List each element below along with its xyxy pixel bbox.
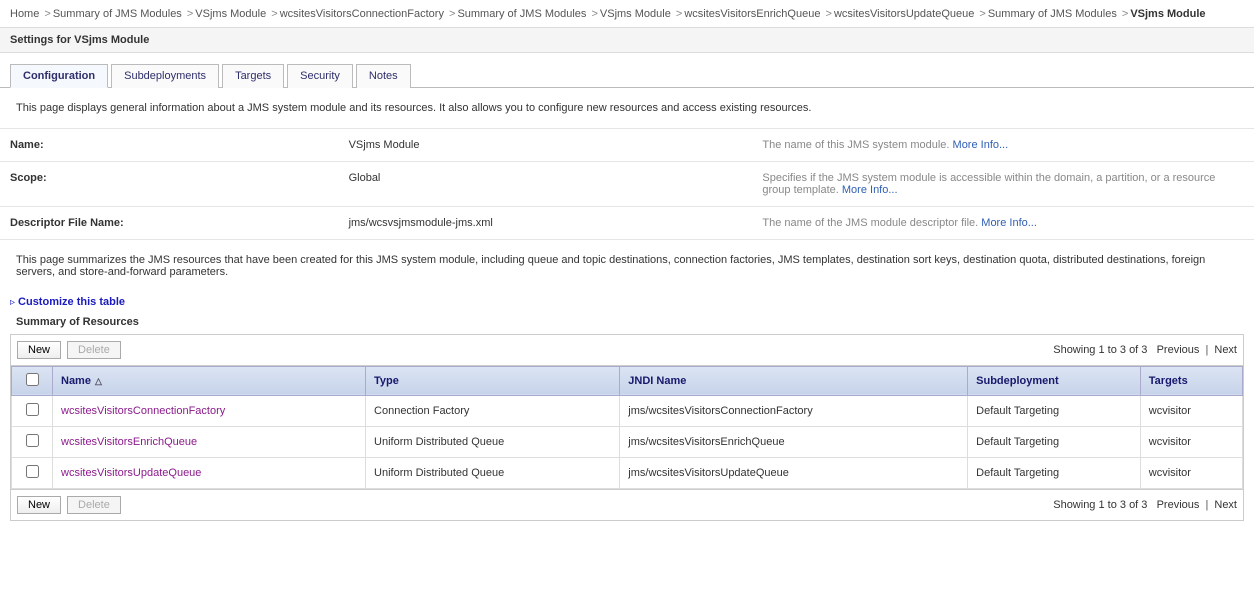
breadcrumb-item[interactable]: Summary of JMS Modules bbox=[457, 8, 586, 20]
cell-jndi: jms/wcsitesVisitorsUpdateQueue bbox=[620, 457, 968, 488]
cell-type: Uniform Distributed Queue bbox=[366, 426, 620, 457]
tab-subdeployments[interactable]: Subdeployments bbox=[111, 64, 219, 88]
more-info-link[interactable]: More Info... bbox=[953, 139, 1009, 151]
tab-targets[interactable]: Targets bbox=[222, 64, 284, 88]
more-info-link[interactable]: More Info... bbox=[842, 184, 898, 196]
tabs: ConfigurationSubdeploymentsTargetsSecuri… bbox=[0, 53, 1254, 88]
breadcrumb-item[interactable]: VSjms Module bbox=[195, 8, 266, 20]
pagination-sep-bottom: | bbox=[1205, 499, 1208, 511]
cell-subdeployment: Default Targeting bbox=[968, 395, 1141, 426]
table-row: wcsitesVisitorsConnectionFactory Connecti… bbox=[12, 395, 1243, 426]
cell-subdeployment: Default Targeting bbox=[968, 426, 1141, 457]
summary-description: This page summarizes the JMS resources t… bbox=[0, 240, 1254, 292]
delete-button[interactable]: Delete bbox=[67, 341, 121, 359]
new-button-bottom[interactable]: New bbox=[17, 496, 61, 514]
breadcrumb-item[interactable]: wcsitesVisitorsEnrichQueue bbox=[684, 8, 820, 20]
resources-table: Name△ Type JNDI Name Subdeployment Targe… bbox=[11, 366, 1243, 489]
property-help: The name of the JMS module descriptor fi… bbox=[752, 206, 1254, 239]
pagination-next-bottom[interactable]: Next bbox=[1214, 499, 1237, 511]
cell-type: Uniform Distributed Queue bbox=[366, 457, 620, 488]
tab-configuration[interactable]: Configuration bbox=[10, 64, 108, 88]
select-all-checkbox[interactable] bbox=[26, 373, 39, 386]
more-info-link[interactable]: More Info... bbox=[981, 217, 1037, 229]
pagination-showing-bottom: Showing 1 to 3 of 3 bbox=[1053, 499, 1147, 511]
resource-name-link[interactable]: wcsitesVisitorsConnectionFactory bbox=[61, 405, 225, 417]
select-all-header bbox=[12, 366, 53, 395]
pagination-showing: Showing 1 to 3 of 3 bbox=[1053, 344, 1147, 356]
breadcrumb-item[interactable]: Home bbox=[10, 8, 39, 20]
customize-link-row: ▹Customize this table bbox=[0, 292, 1254, 316]
pagination-prev-bottom[interactable]: Previous bbox=[1157, 499, 1200, 511]
cell-subdeployment: Default Targeting bbox=[968, 457, 1141, 488]
property-row: Descriptor File Name:jms/wcsvsjmsmodule-… bbox=[0, 206, 1254, 239]
resources-table-container: New Delete Showing 1 to 3 of 3 Previous … bbox=[10, 334, 1244, 521]
table-toolbar-bottom: New Delete Showing 1 to 3 of 3 Previous … bbox=[11, 489, 1243, 520]
page-description: This page displays general information a… bbox=[0, 88, 1254, 128]
property-value: Global bbox=[339, 161, 753, 206]
settings-title: Settings for VSjms Module bbox=[0, 27, 1254, 53]
property-help: The name of this JMS system module. More… bbox=[752, 128, 1254, 161]
pagination-next[interactable]: Next bbox=[1214, 344, 1237, 356]
table-row: wcsitesVisitorsEnrichQueue Uniform Distri… bbox=[12, 426, 1243, 457]
resource-name-link[interactable]: wcsitesVisitorsUpdateQueue bbox=[61, 467, 201, 479]
new-button[interactable]: New bbox=[17, 341, 61, 359]
cell-targets: wcvisitor bbox=[1140, 395, 1242, 426]
col-jndi[interactable]: JNDI Name bbox=[620, 366, 968, 395]
pagination-sep: | bbox=[1205, 344, 1208, 356]
row-checkbox[interactable] bbox=[26, 403, 39, 416]
resource-name-link[interactable]: wcsitesVisitorsEnrichQueue bbox=[61, 436, 197, 448]
tab-security[interactable]: Security bbox=[287, 64, 353, 88]
delete-button-bottom[interactable]: Delete bbox=[67, 496, 121, 514]
breadcrumb: Home >Summary of JMS Modules >VSjms Modu… bbox=[0, 0, 1254, 27]
property-label: Scope: bbox=[0, 161, 339, 206]
property-row: Name:VSjms ModuleThe name of this JMS sy… bbox=[0, 128, 1254, 161]
cell-targets: wcvisitor bbox=[1140, 457, 1242, 488]
row-checkbox[interactable] bbox=[26, 465, 39, 478]
property-value: jms/wcsvsjmsmodule-jms.xml bbox=[339, 206, 753, 239]
cell-type: Connection Factory bbox=[366, 395, 620, 426]
breadcrumb-item[interactable]: Summary of JMS Modules bbox=[53, 8, 182, 20]
property-label: Descriptor File Name: bbox=[0, 206, 339, 239]
breadcrumb-item: VSjms Module bbox=[1130, 8, 1205, 20]
tab-notes[interactable]: Notes bbox=[356, 64, 411, 88]
property-help: Specifies if the JMS system module is ac… bbox=[752, 161, 1254, 206]
table-toolbar-top: New Delete Showing 1 to 3 of 3 Previous … bbox=[11, 335, 1243, 366]
cell-jndi: jms/wcsitesVisitorsConnectionFactory bbox=[620, 395, 968, 426]
table-title: Summary of Resources bbox=[0, 316, 1254, 334]
breadcrumb-item[interactable]: Summary of JMS Modules bbox=[988, 8, 1117, 20]
property-label: Name: bbox=[0, 128, 339, 161]
cell-targets: wcvisitor bbox=[1140, 426, 1242, 457]
col-type[interactable]: Type bbox=[366, 366, 620, 395]
pagination-prev[interactable]: Previous bbox=[1157, 344, 1200, 356]
col-subdeployment[interactable]: Subdeployment bbox=[968, 366, 1141, 395]
sort-asc-icon: △ bbox=[95, 376, 102, 386]
cell-jndi: jms/wcsitesVisitorsEnrichQueue bbox=[620, 426, 968, 457]
properties-table: Name:VSjms ModuleThe name of this JMS sy… bbox=[0, 128, 1254, 240]
customize-table-link[interactable]: Customize this table bbox=[18, 296, 125, 308]
table-row: wcsitesVisitorsUpdateQueue Uniform Distri… bbox=[12, 457, 1243, 488]
breadcrumb-item[interactable]: VSjms Module bbox=[600, 8, 671, 20]
breadcrumb-item[interactable]: wcsitesVisitorsConnectionFactory bbox=[280, 8, 444, 20]
col-targets[interactable]: Targets bbox=[1140, 366, 1242, 395]
expand-icon: ▹ bbox=[10, 297, 15, 308]
property-row: Scope:GlobalSpecifies if the JMS system … bbox=[0, 161, 1254, 206]
col-name[interactable]: Name△ bbox=[53, 366, 366, 395]
row-checkbox[interactable] bbox=[26, 434, 39, 447]
breadcrumb-item[interactable]: wcsitesVisitorsUpdateQueue bbox=[834, 8, 974, 20]
property-value: VSjms Module bbox=[339, 128, 753, 161]
